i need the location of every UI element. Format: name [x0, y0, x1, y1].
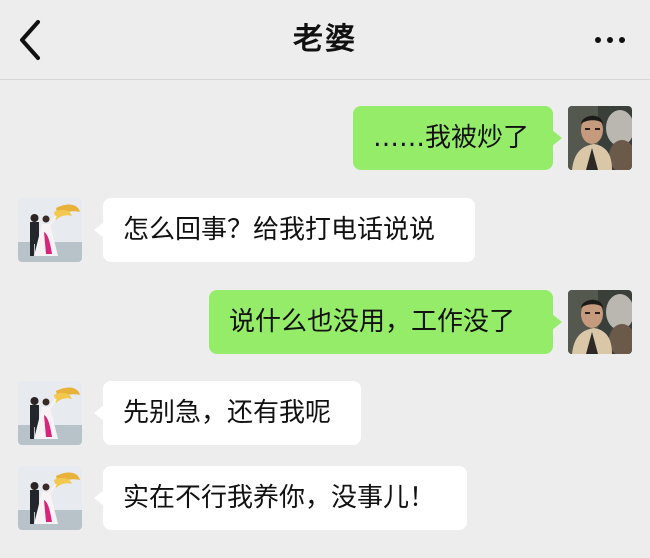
message-bubble-sent[interactable]: ……我被炒了 — [353, 106, 562, 170]
avatar-contact-image — [18, 198, 82, 262]
chat-title: 老婆 — [293, 22, 357, 57]
avatar-contact-image — [18, 466, 82, 530]
message-bubble-received[interactable]: 先别急，还有我呢 — [94, 381, 361, 445]
message-row-sent: ……我被炒了 — [0, 106, 650, 172]
message-row-sent: 说什么也没用，工作没了 — [0, 290, 650, 356]
message-bubble-received[interactable]: 怎么回事？给我打电话说说 — [94, 198, 475, 262]
avatar-contact[interactable] — [18, 381, 82, 445]
message-list[interactable]: ……我被炒了 怎么回事？给我打电话说说 说什么也没用，工作没了 先别急，还有我呢… — [0, 80, 650, 558]
avatar-self[interactable] — [568, 290, 632, 354]
more-button[interactable] — [590, 28, 630, 52]
message-row-received: 实在不行我养你，没事儿！ — [0, 466, 650, 532]
more-dots-icon — [595, 37, 625, 43]
message-bubble-received[interactable]: 实在不行我养你，没事儿！ — [94, 466, 467, 530]
chat-header: 老婆 — [0, 0, 650, 80]
avatar-self[interactable] — [568, 106, 632, 170]
avatar-self-image — [568, 106, 632, 170]
avatar-contact-image — [18, 381, 82, 445]
message-row-received: 怎么回事？给我打电话说说 — [0, 198, 650, 264]
message-bubble-sent[interactable]: 说什么也没用，工作没了 — [209, 290, 562, 354]
avatar-contact[interactable] — [18, 466, 82, 530]
message-row-received: 先别急，还有我呢 — [0, 381, 650, 447]
avatar-contact[interactable] — [18, 198, 82, 262]
avatar-self-image — [568, 290, 632, 354]
